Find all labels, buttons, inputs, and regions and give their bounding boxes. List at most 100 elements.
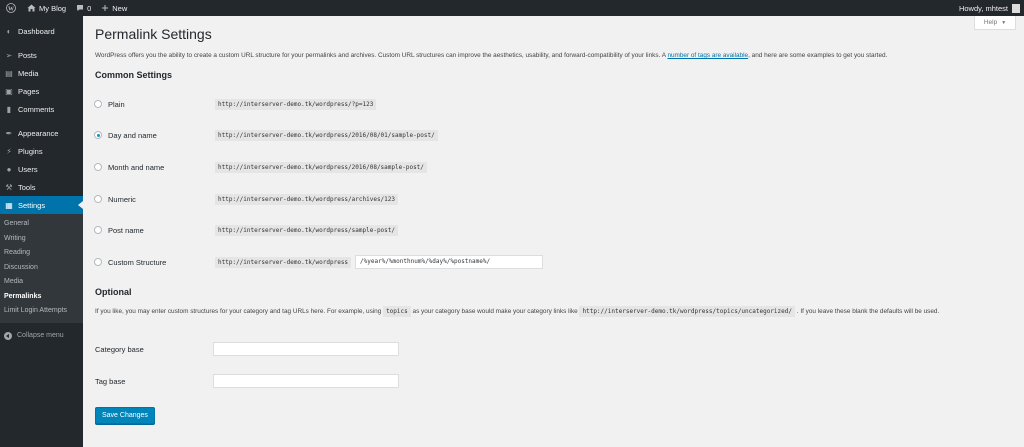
pin-icon: ➢ [5,50,13,60]
submenu-item-reading[interactable]: Reading [0,246,83,261]
admin-sidebar: ◐ Dashboard ➢ Posts ▤ Media ▣ Pages ▮ Co… [0,16,83,447]
users-icon: ● [6,164,12,174]
comment-icon: ▮ [6,104,12,114]
collapse-arrow-icon [4,331,12,340]
submenu-item-media[interactable]: Media [0,275,83,290]
tag-base-label: Tag base [95,376,126,386]
plus-icon [101,4,109,12]
sidebar-item-settings[interactable]: ▦ Settings [0,196,83,214]
optional-desc-part-1: If you like, you may enter custom struct… [95,308,384,315]
permalink-option-month-and-name[interactable]: Month and name http://interserver-demo.t… [94,160,427,174]
radio-numeric[interactable] [94,195,102,203]
radio-post-name[interactable] [94,226,102,234]
sidebar-item-label: Pages [18,86,40,96]
help-tab-button[interactable]: Help ▼ [974,16,1016,30]
permalink-option-plain[interactable]: Plain http://interserver-demo.tk/wordpre… [94,97,377,111]
submenu-item-writing[interactable]: Writing [0,232,83,247]
comment-bubble-icon [76,4,84,12]
settings-submenu: General Writing Reading Discussion Media… [0,214,83,323]
save-changes-button[interactable]: Save Changes [95,407,155,424]
optional-heading: Optional [95,287,132,297]
submenu-item-discussion[interactable]: Discussion [0,261,83,276]
common-settings-heading: Common Settings [95,70,173,80]
sidebar-item-appearance[interactable]: ✒ Appearance [0,124,83,142]
site-name-link[interactable]: My Blog [22,0,71,16]
help-label: Help [983,19,998,26]
optional-description: If you like, you may enter custom struct… [95,306,1020,317]
dashboard-icon: ◐ [6,26,12,36]
option-label: Plain [108,99,125,109]
category-link-example: http://interserver-demo.tk/wordpress/top… [579,306,795,317]
sidebar-item-label: Media [18,68,39,78]
optional-desc-part-3: . If you leave these blank the defaults … [795,308,940,315]
sidebar-item-dashboard[interactable]: ◐ Dashboard [0,22,83,40]
settings-icon: ▦ [5,200,13,210]
intro-text-before: WordPress offers you the ability to crea… [95,52,668,59]
comments-count: 0 [87,3,92,13]
radio-custom-structure[interactable] [94,258,102,266]
option-label: Numeric [108,194,136,204]
brush-icon: ✒ [5,128,13,138]
sidebar-item-pages[interactable]: ▣ Pages [0,82,83,100]
page-title: Permalink Settings [95,26,212,42]
collapse-menu-label: Collapse menu [17,332,64,339]
example-url: http://interserver-demo.tk/wordpress/201… [215,129,438,141]
radio-month-and-name[interactable] [94,163,102,171]
admin-bar: W My Blog 0 New Howdy, mhtest [0,0,1024,16]
category-base-row: Category base [95,342,399,356]
sidebar-item-tools[interactable]: ⚒ Tools [0,178,83,196]
example-url: http://interserver-demo.tk/wordpress/arc… [215,193,399,205]
permalink-option-numeric[interactable]: Numeric http://interserver-demo.tk/wordp… [94,192,399,206]
wordpress-logo-icon[interactable]: W [0,0,22,16]
new-content-link[interactable]: New [96,0,132,16]
topics-code: topics [383,306,411,317]
wrench-icon: ⚒ [5,182,13,192]
permalink-option-custom-structure[interactable]: Custom Structure http://interserver-demo… [94,255,544,269]
optional-desc-part-2: as your category base would make your ca… [410,308,580,315]
tag-base-row: Tag base [95,374,399,388]
tag-base-input[interactable] [213,374,399,388]
svg-text:W: W [8,6,14,12]
sidebar-item-label: Comments [18,104,55,114]
comments-link[interactable]: 0 [71,0,96,16]
my-account-link[interactable]: Howdy, mhtest [954,0,1024,16]
submenu-item-permalinks[interactable]: Permalinks [0,290,83,305]
sidebar-item-users[interactable]: ● Users [0,160,83,178]
site-name: My Blog [39,3,67,13]
custom-structure-input[interactable]: /%year%/%monthnum%/%day%/%postname%/ [355,255,544,269]
sidebar-item-label: Appearance [18,128,59,138]
new-label: New [112,3,128,13]
tags-available-link[interactable]: number of tags are available [667,52,748,59]
sidebar-item-label: Posts [18,50,37,60]
intro-text-after: , and here are some examples to get you … [748,52,888,59]
sidebar-item-label: Dashboard [18,26,55,36]
avatar [1012,3,1020,13]
sidebar-item-label: Users [18,164,38,174]
option-label: Post name [108,225,144,235]
permalink-option-post-name[interactable]: Post name http://interserver-demo.tk/wor… [94,223,399,237]
sidebar-item-posts[interactable]: ➢ Posts [0,46,83,64]
example-url: http://interserver-demo.tk/wordpress/201… [215,161,427,173]
radio-plain[interactable] [94,100,102,108]
sidebar-item-label: Plugins [18,146,43,156]
caret-down-icon: ▼ [1001,19,1007,26]
submenu-item-limit-login-attempts[interactable]: Limit Login Attempts [0,304,83,319]
example-url: http://interserver-demo.tk/wordpress/sam… [215,224,399,236]
home-icon [27,4,36,12]
sidebar-item-plugins[interactable]: ⚡ Plugins [0,142,83,160]
pages-icon: ▣ [5,86,13,96]
howdy-text: Howdy, mhtest [958,3,1008,13]
category-base-input[interactable] [213,342,399,356]
radio-day-and-name[interactable] [94,131,102,139]
sidebar-item-media[interactable]: ▤ Media [0,64,83,82]
option-label: Day and name [108,130,157,140]
submenu-item-general[interactable]: General [0,217,83,232]
example-url: http://interserver-demo.tk/wordpress/?p=… [215,98,377,110]
permalink-option-day-and-name[interactable]: Day and name http://interserver-demo.tk/… [94,128,438,142]
collapse-menu-button[interactable]: Collapse menu [0,327,83,345]
custom-base-url: http://interserver-demo.tk/wordpress [215,256,352,268]
sidebar-item-comments[interactable]: ▮ Comments [0,100,83,118]
sidebar-item-label: Tools [18,182,36,192]
option-label: Custom Structure [108,257,167,267]
option-label: Month and name [108,162,165,172]
